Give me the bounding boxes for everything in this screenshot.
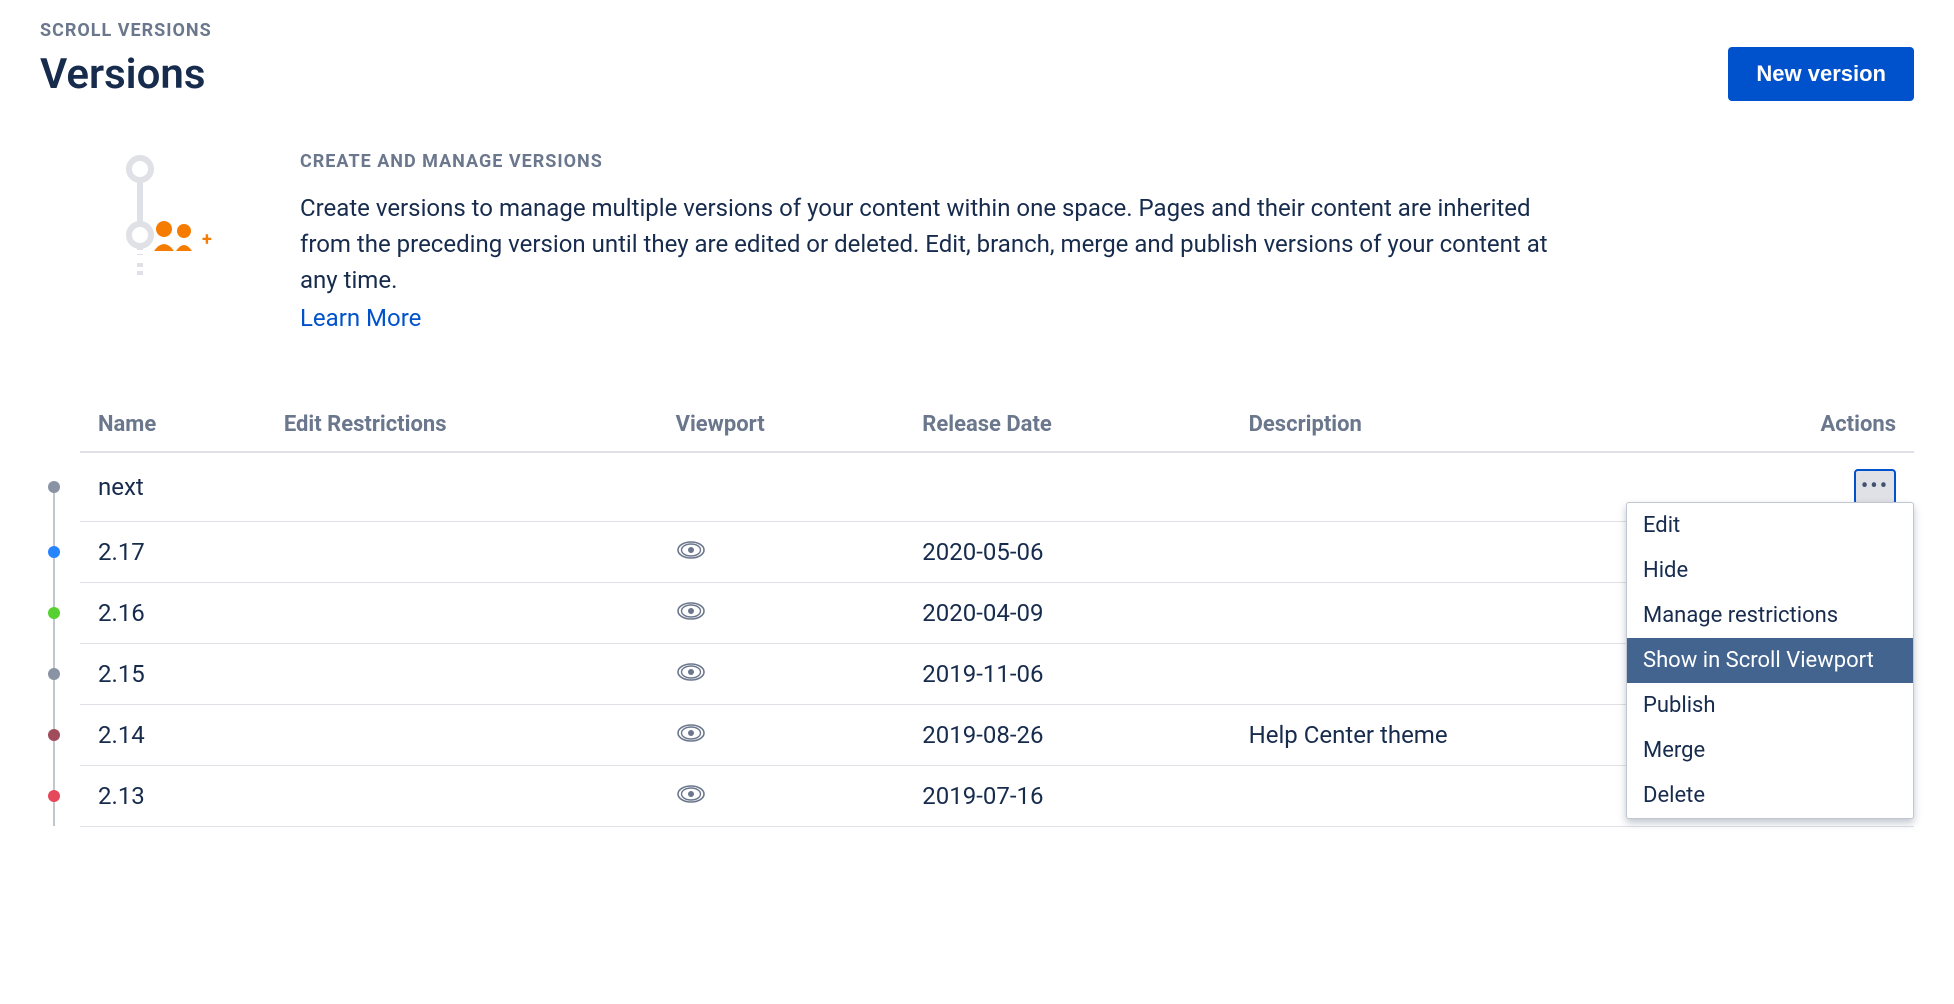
edit-restrictions-cell bbox=[266, 583, 658, 644]
col-header-actions: Actions bbox=[1694, 402, 1914, 452]
row-actions-menu: EditHideManage restrictionsShow in Scrol… bbox=[1626, 502, 1914, 819]
menu-item[interactable]: Hide bbox=[1627, 548, 1913, 593]
timeline-dot bbox=[48, 729, 60, 741]
viewport-cell bbox=[658, 522, 905, 583]
release-date-cell: 2019-07-16 bbox=[904, 766, 1230, 827]
description-cell: Help Center theme bbox=[1231, 705, 1694, 766]
eye-icon bbox=[676, 599, 706, 627]
viewport-cell bbox=[658, 644, 905, 705]
timeline-line bbox=[53, 487, 55, 826]
edit-restrictions-cell bbox=[266, 452, 658, 522]
col-header-edit-restrictions[interactable]: Edit Restrictions bbox=[266, 402, 658, 452]
viewport-cell bbox=[658, 705, 905, 766]
version-name-cell: next bbox=[80, 452, 266, 522]
menu-item[interactable]: Merge bbox=[1627, 728, 1913, 773]
page-title: Versions bbox=[40, 50, 205, 99]
description-cell bbox=[1231, 522, 1694, 583]
intro-body: Create versions to manage multiple versi… bbox=[300, 190, 1560, 298]
release-date-cell bbox=[904, 452, 1230, 522]
menu-item[interactable]: Show in Scroll Viewport bbox=[1627, 638, 1913, 683]
viewport-cell bbox=[658, 766, 905, 827]
version-name-cell: 2.15 bbox=[80, 644, 266, 705]
version-name-cell: 2.14 bbox=[80, 705, 266, 766]
version-name-cell: 2.17 bbox=[80, 522, 266, 583]
row-actions-button[interactable]: ••• bbox=[1854, 469, 1896, 505]
viewport-cell bbox=[658, 452, 905, 522]
edit-restrictions-cell bbox=[266, 766, 658, 827]
eye-icon bbox=[676, 721, 706, 749]
edit-restrictions-cell bbox=[266, 705, 658, 766]
version-name-cell: 2.16 bbox=[80, 583, 266, 644]
timeline-dot bbox=[48, 546, 60, 558]
eye-icon bbox=[676, 660, 706, 688]
timeline-dot bbox=[48, 481, 60, 493]
svg-text:+: + bbox=[202, 229, 212, 250]
col-header-name[interactable]: Name bbox=[80, 402, 266, 452]
col-header-release-date[interactable]: Release Date bbox=[904, 402, 1230, 452]
viewport-cell bbox=[658, 583, 905, 644]
description-cell bbox=[1231, 766, 1694, 827]
description-cell bbox=[1231, 583, 1694, 644]
description-cell bbox=[1231, 644, 1694, 705]
edit-restrictions-cell bbox=[266, 522, 658, 583]
menu-item[interactable]: Publish bbox=[1627, 683, 1913, 728]
release-date-cell: 2019-11-06 bbox=[904, 644, 1230, 705]
menu-item[interactable]: Delete bbox=[1627, 773, 1913, 818]
intro-heading: CREATE AND MANAGE VERSIONS bbox=[300, 151, 1560, 172]
version-name-cell: 2.13 bbox=[80, 766, 266, 827]
eye-icon bbox=[676, 782, 706, 810]
release-date-cell: 2020-05-06 bbox=[904, 522, 1230, 583]
eye-icon bbox=[676, 538, 706, 566]
col-header-description[interactable]: Description bbox=[1231, 402, 1694, 452]
timeline-dot bbox=[48, 607, 60, 619]
menu-item[interactable]: Edit bbox=[1627, 503, 1913, 548]
menu-item[interactable]: Manage restrictions bbox=[1627, 593, 1913, 638]
breadcrumb: SCROLL VERSIONS bbox=[40, 20, 1914, 41]
description-cell bbox=[1231, 452, 1694, 522]
timeline-dot bbox=[48, 668, 60, 680]
timeline-dot bbox=[48, 790, 60, 802]
new-version-button[interactable]: New version bbox=[1728, 47, 1914, 101]
learn-more-link[interactable]: Learn More bbox=[300, 304, 421, 332]
edit-restrictions-cell bbox=[266, 644, 658, 705]
release-date-cell: 2019-08-26 bbox=[904, 705, 1230, 766]
release-date-cell: 2020-04-09 bbox=[904, 583, 1230, 644]
col-header-viewport[interactable]: Viewport bbox=[658, 402, 905, 452]
versions-illustration-icon: + bbox=[40, 151, 240, 332]
